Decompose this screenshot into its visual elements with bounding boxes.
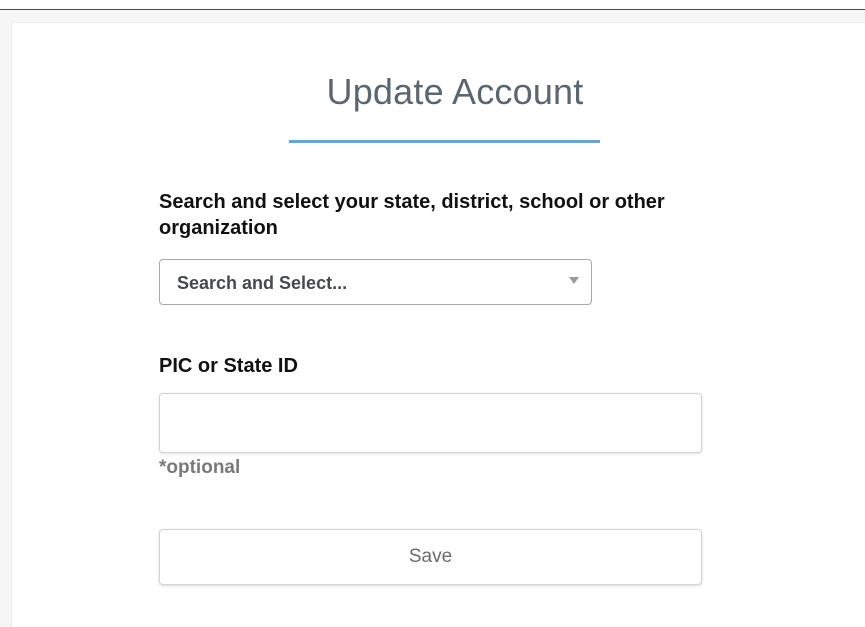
save-button[interactable]: Save [159,529,702,585]
organization-select-value: Search and Select... [177,273,348,293]
dropdown-arrow-icon [569,277,579,284]
pic-state-id-input[interactable] [159,393,702,453]
organization-label: Search and select your state, district, … [159,191,665,239]
update-account-card: Update Account Search and select your st… [11,22,865,627]
optional-note: *optional [159,457,241,478]
title-underline [289,140,600,143]
organization-select[interactable]: Search and Select... [159,259,592,305]
page-title: Update Account [326,71,584,112]
top-divider [0,0,865,10]
pic-label: PIC or State ID [159,355,298,377]
